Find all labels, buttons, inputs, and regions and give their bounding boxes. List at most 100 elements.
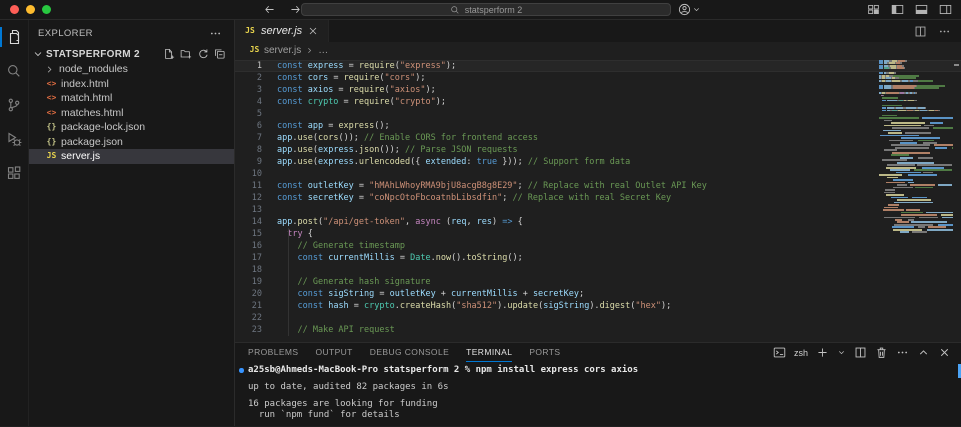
toggle-sidebar-icon[interactable] xyxy=(891,3,904,16)
terminal-line: 16 packages are looking for funding xyxy=(248,399,438,409)
code-line-4[interactable]: 4 const crypto = require("crypto"); xyxy=(235,96,961,108)
close-tab-icon[interactable] xyxy=(307,25,319,37)
panel-tab-problems[interactable]: PROBLEMS xyxy=(248,343,298,362)
minimize-window-button[interactable] xyxy=(26,5,35,14)
code-line-7[interactable]: 7 app.use(cors()); // Enable CORS for fro… xyxy=(235,132,961,144)
minimap-line xyxy=(879,181,953,184)
kill-terminal-button[interactable] xyxy=(875,346,888,359)
minimap-line xyxy=(879,127,953,129)
minimap-line xyxy=(879,204,953,206)
panel-tab-ports[interactable]: PORTS xyxy=(529,343,560,362)
code-line-3[interactable]: 3 const axios = require("axios"); xyxy=(235,84,961,96)
tab-server-js[interactable]: JS server.js xyxy=(235,20,330,42)
code-line-10[interactable]: 10 xyxy=(235,168,961,180)
code-token: : xyxy=(466,157,477,167)
code-token: app xyxy=(277,145,293,155)
close-window-button[interactable] xyxy=(10,5,19,14)
code-line-17[interactable]: 17 const currentMillis = Date.now().toSt… xyxy=(235,252,961,264)
folder-root[interactable]: STATSPERFORM 2 xyxy=(29,46,234,62)
code-line-8[interactable]: 8 app.use(express.json()); // Parse JSON … xyxy=(235,144,961,156)
code-text: app.use(cors()); // Enable CORS for fron… xyxy=(262,132,538,144)
code-line-22[interactable]: 22 xyxy=(235,312,961,324)
new-terminal-button[interactable] xyxy=(816,346,829,359)
code-line-15[interactable]: 15 try { xyxy=(235,228,961,240)
code-token: cors xyxy=(307,73,329,83)
chevron-right-icon xyxy=(44,64,55,75)
code-line-20[interactable]: 20 const sigString = outletKey + current… xyxy=(235,288,961,300)
activity-explorer[interactable] xyxy=(0,20,28,54)
file-item-package-lock.json[interactable]: {} package-lock.json xyxy=(29,120,234,135)
code-line-14[interactable]: 14 app.post("/api/get-token", async (req,… xyxy=(235,216,961,228)
breadcrumb-item-file[interactable]: server.js xyxy=(264,45,301,56)
terminal-line: a25sb@Ahmeds-MacBook-Pro statsperform 2 … xyxy=(239,365,961,376)
code-lines: 1 const express = require("express"); 2 con… xyxy=(235,58,961,336)
shell-label[interactable]: zsh xyxy=(794,348,808,358)
file-item-package.json[interactable]: {} package.json xyxy=(29,135,234,150)
breadcrumb: JS server.js … xyxy=(235,42,961,58)
panel-tab-terminal[interactable]: TERMINAL xyxy=(466,343,513,362)
terminal-output[interactable]: a25sb@Ahmeds-MacBook-Pro statsperform 2 … xyxy=(235,362,961,426)
file-item-node_modules[interactable]: node_modules xyxy=(29,62,234,77)
code-token: use xyxy=(297,145,313,155)
new-folder-icon[interactable] xyxy=(180,48,192,60)
panel-tab-debug-console[interactable]: DEBUG CONSOLE xyxy=(370,343,449,362)
editor-more-actions-icon[interactable] xyxy=(938,25,951,38)
code-line-23[interactable]: 23 // Make API request xyxy=(235,324,961,336)
back-arrow-icon[interactable] xyxy=(263,3,276,16)
minimap-line xyxy=(879,74,953,77)
toggle-panel-icon[interactable] xyxy=(915,3,928,16)
terminal-profile-dropdown-icon[interactable] xyxy=(837,348,846,357)
line-number: 12 xyxy=(251,193,262,203)
split-terminal-button[interactable] xyxy=(854,346,867,359)
new-file-icon[interactable] xyxy=(163,48,175,60)
code-line-13[interactable]: 13 xyxy=(235,204,961,216)
maximize-panel-icon[interactable] xyxy=(917,346,930,359)
code-editor[interactable]: 1 const express = require("express"); 2 con… xyxy=(235,58,961,342)
command-center-search[interactable]: statsperform 2 xyxy=(301,3,671,16)
code-line-18[interactable]: 18 xyxy=(235,264,961,276)
code-line-1[interactable]: 1 const express = require("express"); xyxy=(235,60,961,72)
breadcrumb-item-symbol[interactable]: … xyxy=(318,45,328,56)
close-panel-icon[interactable] xyxy=(938,346,951,359)
code-line-11[interactable]: 11 const outletKey = "hMAhLWhoyRMA9bjU8ac… xyxy=(235,180,961,192)
toggle-secondary-sidebar-icon[interactable] xyxy=(939,3,952,16)
customize-layout-icon[interactable] xyxy=(867,3,880,16)
split-editor-icon[interactable] xyxy=(914,25,927,38)
code-token: = xyxy=(348,301,365,311)
terminal-line: up to date, audited 82 packages in 6s xyxy=(248,382,449,392)
minimap-line xyxy=(879,90,953,92)
activity-run-debug[interactable] xyxy=(0,122,28,156)
code-token: ); xyxy=(661,301,672,311)
refresh-icon[interactable] xyxy=(197,48,209,60)
activity-search[interactable] xyxy=(0,54,28,88)
minimap-line xyxy=(879,94,953,97)
code-line-16[interactable]: 16 // Generate timestamp xyxy=(235,240,961,252)
code-line-12[interactable]: 12 const secretKey = "coNpcOtoFbcoatnbLib… xyxy=(235,192,961,204)
file-item-match.html[interactable]: <> match.html xyxy=(29,91,234,106)
file-item-server.js[interactable]: JS server.js xyxy=(29,149,234,164)
profile-menu[interactable] xyxy=(678,0,701,19)
code-line-5[interactable]: 5 xyxy=(235,108,961,120)
code-token: { xyxy=(302,229,313,239)
panel-header: PROBLEMS OUTPUT DEBUG CONSOLE TERMINAL PORTS… xyxy=(235,343,961,362)
code-line-2[interactable]: 2 const cors = require("cors"); xyxy=(235,72,961,84)
zoom-window-button[interactable] xyxy=(42,5,51,14)
minimap-line xyxy=(879,221,953,224)
minimap[interactable] xyxy=(879,60,953,234)
code-token: "sha512" xyxy=(456,301,498,311)
explorer-header: EXPLORER xyxy=(29,20,234,46)
activity-source-control[interactable] xyxy=(0,88,28,122)
collapse-all-icon[interactable] xyxy=(214,48,226,60)
code-token: hash xyxy=(328,301,349,311)
code-line-19[interactable]: 19 // Generate hash signature xyxy=(235,276,961,288)
code-line-21[interactable]: 21 const hash = crypto.createHash("sha51… xyxy=(235,300,961,312)
panel-more-actions-icon[interactable] xyxy=(896,346,909,359)
file-item-index.html[interactable]: <> index.html xyxy=(29,77,234,92)
code-line-6[interactable]: 6 const app = express(); xyxy=(235,120,961,132)
code-line-9[interactable]: 9 app.use(express.urlencoded({ extended: … xyxy=(235,156,961,168)
activity-extensions[interactable] xyxy=(0,156,28,190)
panel-tab-output[interactable]: OUTPUT xyxy=(315,343,352,362)
explorer-more-actions-icon[interactable] xyxy=(209,27,222,40)
chevron-down-icon xyxy=(32,48,44,60)
file-item-matches.html[interactable]: <> matches.html xyxy=(29,106,234,121)
